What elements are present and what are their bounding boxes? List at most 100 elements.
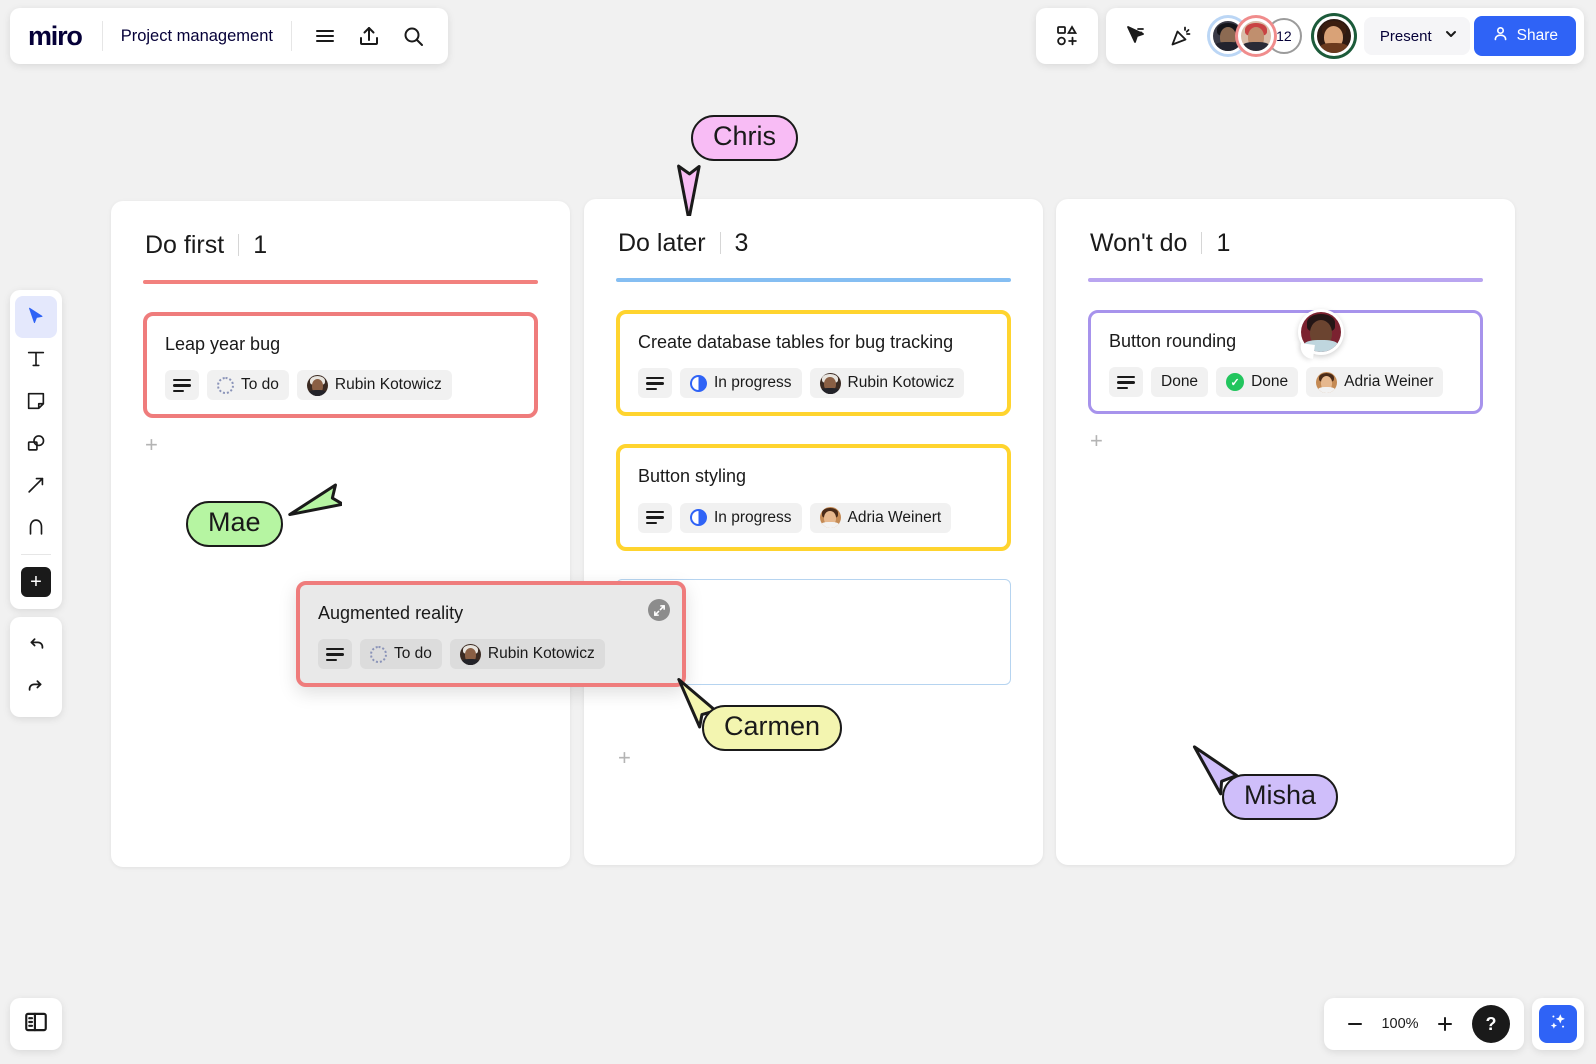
- collaborator-avatar-bubble[interactable]: [1298, 309, 1344, 359]
- search-icon[interactable]: [392, 15, 434, 57]
- status-label: To do: [394, 645, 432, 663]
- zoom-in-button[interactable]: [1428, 1007, 1462, 1041]
- assignee-chip[interactable]: Rubin Kotowicz: [449, 639, 605, 670]
- description-lines-icon[interactable]: [165, 370, 199, 401]
- divider: [1201, 232, 1203, 254]
- expand-diagonal-icon[interactable]: [648, 599, 670, 621]
- done-tag-chip[interactable]: Done: [1151, 367, 1209, 398]
- undo-button[interactable]: [15, 625, 57, 667]
- column-title: Won't do: [1090, 229, 1188, 257]
- tool-pen[interactable]: [15, 506, 57, 548]
- card-chips: Done ✓ Done Adria Weiner: [1109, 367, 1462, 398]
- kanban-card[interactable]: Leap year bug To do Rubin Kotowicz: [143, 312, 538, 419]
- help-button[interactable]: ?: [1472, 1005, 1510, 1043]
- zoom-out-button[interactable]: [1338, 1007, 1372, 1041]
- assignee-chip[interactable]: Rubin Kotowicz: [809, 368, 965, 399]
- kanban-column-do-later[interactable]: Do later 3 Create database tables for bu…: [584, 199, 1043, 865]
- description-lines-icon[interactable]: [1109, 367, 1143, 398]
- collaboration-panel: 12 Present Share: [1105, 8, 1584, 64]
- assignee-chip[interactable]: Adria Weinert: [809, 502, 952, 533]
- status-badge[interactable]: In progress: [680, 502, 802, 533]
- sparkles-icon: [1547, 1011, 1569, 1038]
- description-lines-icon[interactable]: [638, 502, 672, 533]
- ai-assistant-button[interactable]: [1539, 1005, 1577, 1043]
- present-button[interactable]: Present: [1363, 17, 1470, 55]
- board-title[interactable]: Project management: [115, 27, 279, 46]
- tool-more-apps[interactable]: +: [15, 561, 57, 603]
- status-label: In progress: [714, 508, 792, 526]
- kanban-column-wont-do[interactable]: Won't do 1 Button rounding Done ✓ Done A…: [1056, 199, 1515, 865]
- cursor-label: Carmen: [702, 705, 843, 751]
- assignee-chip[interactable]: Adria Weiner: [1306, 367, 1444, 398]
- avatar: [819, 507, 841, 529]
- green-check-circle-icon: ✓: [1226, 373, 1245, 392]
- kanban-card[interactable]: Create database tables for bug tracking …: [616, 310, 1011, 417]
- avatar: [1316, 371, 1338, 393]
- avatar-current-user[interactable]: [1313, 16, 1354, 56]
- tool-connector[interactable]: [15, 464, 57, 506]
- avatar: [306, 374, 328, 396]
- plus-icon: +: [618, 744, 631, 770]
- templates-panel: [1035, 8, 1098, 64]
- dotted-circle-icon: [217, 376, 234, 394]
- assignee-name: Adria Weiner: [1344, 373, 1434, 391]
- plus-icon: +: [1090, 428, 1103, 454]
- column-accent-rule: [143, 280, 538, 284]
- plus-icon: +: [21, 567, 51, 597]
- tool-sticky-note[interactable]: [15, 380, 57, 422]
- kanban-column-do-first[interactable]: Do first 1 Leap year bug To do Rubin Kot…: [111, 201, 570, 867]
- side-panel-icon: [23, 1009, 49, 1040]
- column-accent-rule: [616, 278, 1011, 282]
- description-lines-icon[interactable]: [638, 368, 672, 399]
- tool-select[interactable]: [15, 296, 57, 338]
- column-count: 1: [1216, 229, 1231, 257]
- card-title: Button rounding: [1109, 331, 1237, 351]
- redo-button[interactable]: [15, 667, 57, 709]
- zoom-level[interactable]: 100%: [1378, 1016, 1422, 1032]
- kanban-card[interactable]: Button styling In progress Adria Weinert: [616, 444, 1011, 551]
- status-label: To do: [241, 376, 279, 394]
- history-panel: [10, 617, 62, 717]
- lines: [326, 647, 344, 662]
- half-filled-circle-icon: [690, 509, 707, 527]
- status-badge[interactable]: To do: [360, 639, 442, 670]
- tool-text[interactable]: [15, 338, 57, 380]
- card-chips: To do Rubin Kotowicz: [165, 370, 516, 401]
- zoom-panel: 100% ?: [1324, 998, 1524, 1050]
- status-badge[interactable]: In progress: [680, 368, 802, 399]
- column-accent-rule: [1088, 278, 1483, 282]
- column-count: 1: [253, 231, 268, 259]
- add-card-row[interactable]: +: [111, 418, 570, 457]
- cursor-pointer-icon[interactable]: [1114, 15, 1156, 57]
- hamburger-menu-icon[interactable]: [304, 15, 346, 57]
- description-lines-icon[interactable]: [318, 639, 352, 670]
- left-toolbar: +: [10, 290, 62, 717]
- cursor-label: Misha: [1222, 774, 1339, 820]
- share-button[interactable]: Share: [1473, 16, 1576, 56]
- upload-icon[interactable]: [348, 15, 390, 57]
- cursor-label: Mae: [186, 501, 283, 547]
- status-badge[interactable]: To do: [207, 370, 289, 401]
- kanban-card[interactable]: Button rounding Done ✓ Done Adria Weiner: [1088, 310, 1483, 415]
- cursor-label: Chris: [691, 115, 799, 161]
- column-title: Do later: [618, 229, 706, 257]
- assignee-chip[interactable]: Rubin Kotowicz: [296, 370, 452, 401]
- avatar[interactable]: [1237, 18, 1274, 54]
- present-label: Present: [1379, 27, 1432, 45]
- dotted-circle-icon: [370, 645, 387, 663]
- column-count: 3: [734, 229, 749, 257]
- chevron-down-icon[interactable]: [1444, 27, 1458, 45]
- status-badge[interactable]: ✓ Done: [1216, 367, 1299, 398]
- divider: [238, 234, 240, 256]
- miro-logo[interactable]: miro: [24, 22, 90, 50]
- assignee-name: Adria Weinert: [847, 508, 942, 526]
- dragged-kanban-card[interactable]: Augmented reality To do Rubin Kotowicz: [296, 581, 686, 688]
- cursor-arrow-icon: [677, 164, 701, 216]
- party-popper-icon[interactable]: [1160, 15, 1202, 57]
- side-panel-toggle[interactable]: [10, 998, 62, 1050]
- divider: [290, 21, 292, 51]
- add-card-row[interactable]: +: [1056, 414, 1515, 453]
- shapes-templates-icon[interactable]: [1046, 15, 1088, 57]
- tool-shapes[interactable]: [15, 422, 57, 464]
- miro-board-canvas: miro Project management 12 Present Share…: [0, 0, 1596, 1064]
